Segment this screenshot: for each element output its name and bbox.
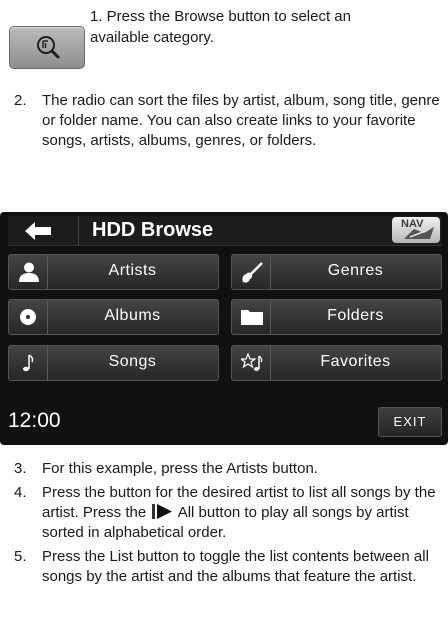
artists-button[interactable]: Artists <box>8 254 219 290</box>
artist-person-icon <box>9 255 48 289</box>
step3: 3. For this example, press the Artists b… <box>14 459 444 479</box>
favorites-button[interactable]: Favorites <box>231 345 442 381</box>
step5-number: 5. <box>14 548 27 565</box>
step5-text: Press the List button to toggle the list… <box>42 548 429 585</box>
back-arrow-icon <box>25 222 51 240</box>
step2-number: 2. <box>14 92 27 109</box>
songs-button[interactable]: Songs <box>8 345 219 381</box>
step3-number: 3. <box>14 460 27 477</box>
artists-label: Artists <box>108 262 157 279</box>
star-note-icon <box>232 346 271 380</box>
folders-button[interactable]: Folders <box>231 299 442 335</box>
step5: 5. Press the List button to toggle the l… <box>14 547 444 587</box>
albums-label: Albums <box>104 307 161 324</box>
browse-button-image <box>9 26 85 69</box>
step2: 2. The radio can sort the files by artis… <box>14 91 444 151</box>
step2-text: The radio can sort the files by artist, … <box>42 92 440 149</box>
folder-icon <box>232 300 271 334</box>
genres-button[interactable]: Genres <box>231 254 442 290</box>
screen-title: HDD Browse <box>92 219 214 241</box>
favorites-label: Favorites <box>320 353 391 370</box>
disc-icon <box>9 300 48 334</box>
folders-label: Folders <box>327 307 384 324</box>
step3-text: For this example, press the Artists butt… <box>42 460 318 477</box>
clock: 12:00 <box>8 409 61 432</box>
step4-number: 4. <box>14 484 27 501</box>
step4-text: Press the button for the desired artist … <box>42 483 444 543</box>
step1-text: 1. Press the Browse button to select an … <box>90 8 351 46</box>
header-bar: HDD Browse NAV <box>8 216 442 246</box>
back-button[interactable] <box>8 216 79 245</box>
map-icon <box>404 227 434 239</box>
genres-label: Genres <box>327 262 384 279</box>
albums-button[interactable]: Albums <box>8 299 219 335</box>
play-all-icon <box>152 504 173 519</box>
hdd-browse-screen: HDD Browse NAV Artists Genres Albums Fol… <box>0 212 448 445</box>
songs-label: Songs <box>108 353 157 370</box>
exit-button[interactable]: EXIT <box>378 407 442 437</box>
exit-label: EXIT <box>393 414 427 429</box>
step4: 4. Press the button for the desired arti… <box>14 483 444 543</box>
music-note-icon <box>9 346 48 380</box>
magnifier-icon <box>37 36 60 59</box>
guitar-icon <box>232 255 271 289</box>
nav-button[interactable]: NAV <box>392 217 440 243</box>
